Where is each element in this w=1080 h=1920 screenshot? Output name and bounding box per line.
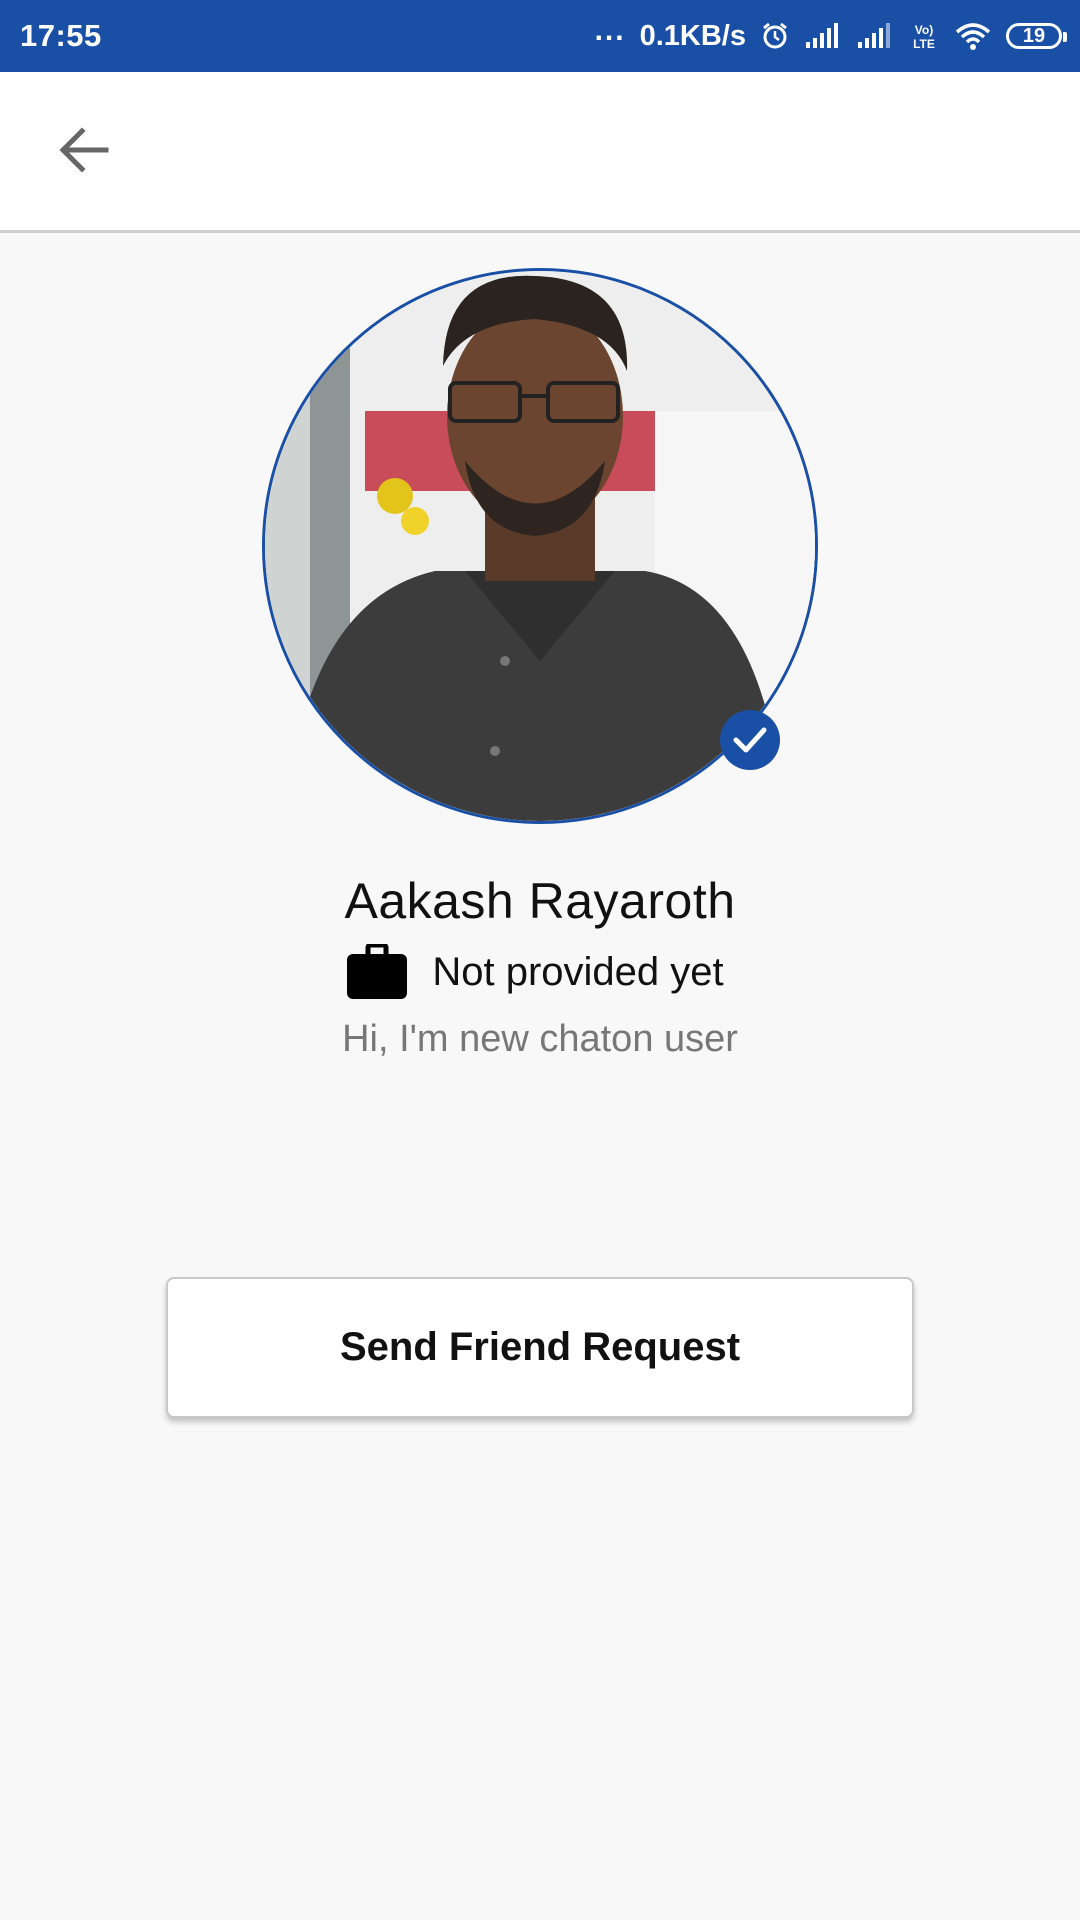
arrow-left-icon xyxy=(59,127,109,173)
send-friend-request-button[interactable]: Send Friend Request xyxy=(166,1277,914,1418)
job-text: Not provided yet xyxy=(432,949,724,994)
notification-dots: ... xyxy=(594,14,626,47)
job-row: Not provided yet xyxy=(0,944,1080,1000)
back-button[interactable] xyxy=(44,118,124,182)
signal-icon xyxy=(858,23,890,48)
verified-badge xyxy=(720,710,780,770)
profile-avatar-container xyxy=(262,268,818,824)
status-time: 17:55 xyxy=(20,18,102,53)
volte-icon: Vo) LTE xyxy=(913,23,935,51)
wifi-icon xyxy=(955,23,991,50)
status-message: Hi, I'm new chaton user xyxy=(342,1018,738,1060)
profile-name: Aakash Rayaroth xyxy=(344,873,736,929)
check-icon xyxy=(733,727,767,753)
app-bar xyxy=(0,72,1080,233)
briefcase-icon xyxy=(347,944,408,999)
network-speed: 0.1KB/s xyxy=(639,19,746,52)
battery-level: 19 xyxy=(1022,24,1046,47)
status-bar: 17:55 ... 0.1KB/s Vo) LTE 19 xyxy=(0,0,1080,72)
battery-icon: 19 xyxy=(1006,23,1067,49)
alarm-icon xyxy=(763,22,787,49)
svg-text:LTE: LTE xyxy=(913,37,935,51)
status-icons: ... 0.1KB/s Vo) LTE 19 xyxy=(581,0,1067,72)
svg-text:Vo): Vo) xyxy=(915,23,933,37)
signal-icon xyxy=(806,23,838,48)
